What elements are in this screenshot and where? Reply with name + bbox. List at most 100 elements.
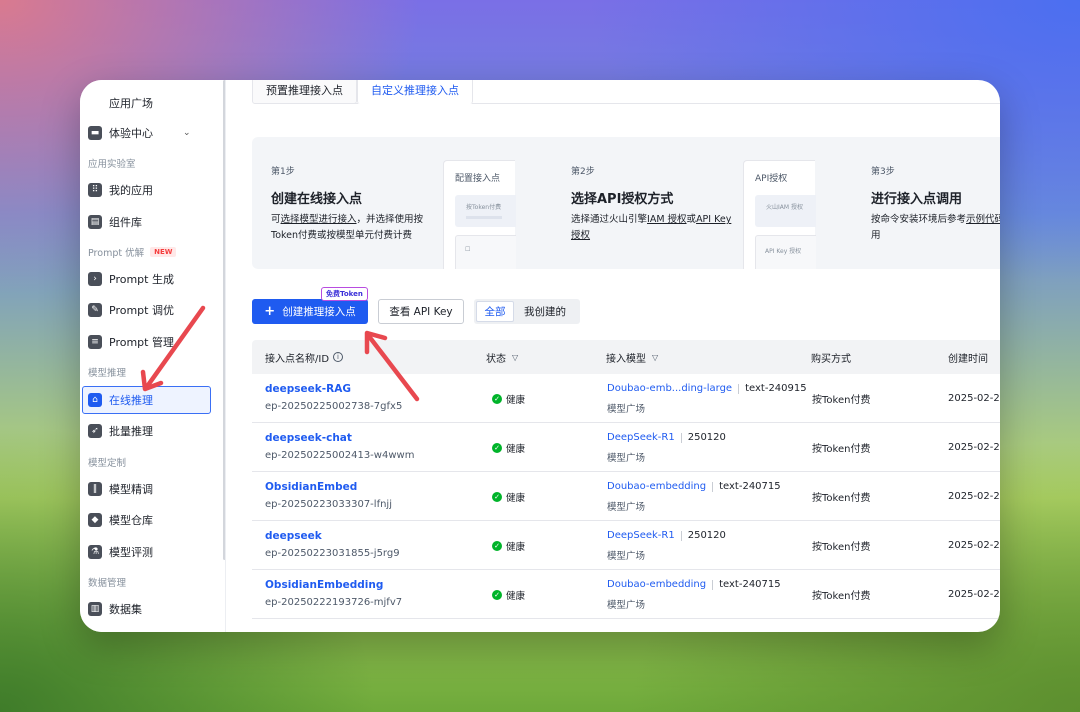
endpoint-name-link[interactable]: deepseek: [265, 530, 322, 542]
model-source: 模型广场: [607, 453, 646, 464]
endpoint-id: ep-20250225002413-w4wwm: [265, 450, 415, 461]
rocket-icon: ➶: [88, 424, 102, 438]
check-circle-icon: ✓: [492, 491, 502, 502]
created-time: 2025-02-23: [948, 540, 1000, 551]
sidebar-item-model-repo[interactable]: ◆ 模型仓库: [80, 506, 225, 534]
view-api-key-button[interactable]: 查看 API Key: [378, 299, 464, 324]
status-text: 健康: [506, 394, 526, 406]
sidebar-item-components[interactable]: ▤ 组件库: [80, 208, 225, 236]
steps-banner: 第1步 创建在线接入点 可选择模型进行接入，并选择使用按Token付费或按模型单…: [252, 137, 1000, 269]
filter-icon[interactable]: ▽: [652, 353, 658, 362]
tab-custom-endpoints[interactable]: 自定义推理接入点: [357, 80, 473, 104]
model-version: text-240915: [745, 383, 807, 394]
sidebar-item-app-plaza[interactable]: 应用广场: [80, 89, 225, 117]
plus-icon: +: [264, 304, 276, 319]
sidebar-item-model-eval[interactable]: ⚗ 模型评测: [80, 538, 225, 566]
table-row[interactable]: deepseek-chat ep-20250225002413-w4wwm ✓ …: [252, 423, 1000, 472]
message-icon: ≡: [88, 335, 102, 349]
sidebar-group-infer: 模型推理: [88, 368, 127, 379]
status-cell: ✓ 健康: [492, 423, 525, 472]
check-circle-icon: ✓: [492, 589, 502, 600]
endpoint-name-link[interactable]: ObsidianEmbed: [265, 481, 357, 493]
column-header-model: 接入模型 ▽: [606, 352, 659, 365]
model-link[interactable]: Doubao-embedding: [607, 481, 706, 492]
created-time: 2025-02-25: [948, 393, 1000, 404]
buy-method: 按Token付费: [812, 591, 871, 602]
sidebar: 应用广场 ▬ 体验中心 ⌄ 应用实验室 ⠿ 我的应用 ▤ 组件库 Prompt …: [80, 80, 226, 632]
endpoint-name-link[interactable]: deepseek-RAG: [265, 383, 351, 395]
sidebar-item-experience[interactable]: ▬ 体验中心 ⌄: [80, 119, 225, 147]
model-version: 250120: [687, 530, 726, 541]
endpoint-name-link[interactable]: ObsidianEmbedding: [265, 579, 383, 591]
terminal-icon: ›: [88, 272, 102, 286]
status-text: 健康: [506, 443, 526, 455]
created-time: 2025-02-23: [948, 491, 1000, 502]
check-circle-icon: ✓: [492, 393, 502, 404]
status-text: 健康: [506, 492, 526, 504]
step-desc: 可选择模型进行接入，并选择使用按Token付费或按模型单元付费计费: [271, 214, 424, 241]
endpoint-id: ep-20250225002738-7gfx5: [265, 401, 403, 412]
filter-all[interactable]: 全部: [476, 301, 514, 322]
tab-preset-endpoints[interactable]: 预置推理接入点: [252, 80, 357, 104]
tune-icon: ✎: [88, 303, 102, 317]
iam-auth-link[interactable]: IAM 授权: [647, 214, 687, 225]
check-circle-icon: ✓: [492, 442, 502, 453]
filter-mine[interactable]: 我创建的: [514, 301, 576, 322]
status-cell: ✓ 健康: [492, 374, 525, 423]
component-icon: ▤: [88, 215, 102, 229]
step-illustration: API授权 火山IAM 授权 API Key 授权: [743, 160, 816, 269]
new-badge: NEW: [150, 247, 177, 257]
step-2: 第2步 选择API授权方式 选择通过火山引擎IAM 授权或API Key 授权 …: [552, 137, 852, 269]
sidebar-item-my-apps[interactable]: ⠿ 我的应用: [80, 176, 225, 204]
step-3: 第3步 进行接入点调用 按命令安装环境后参考示例代码用: [852, 137, 1000, 269]
buy-method: 按Token付费: [812, 444, 871, 455]
main-content: 预置推理接入点 自定义推理接入点 第1步 创建在线接入点 可选择模型进行接入，并…: [226, 80, 1000, 632]
sidebar-group-data: 数据管理: [88, 578, 127, 589]
endpoint-name-link[interactable]: deepseek-chat: [265, 432, 352, 444]
info-icon[interactable]: i: [333, 352, 344, 362]
step-desc: 选择通过火山引擎IAM 授权或API Key 授权: [571, 214, 732, 241]
column-header-buy: 购买方式: [811, 353, 851, 365]
apps-icon: ⠿: [88, 183, 102, 197]
status-text: 健康: [506, 590, 526, 602]
flask-icon: ⚗: [88, 545, 102, 559]
table-row[interactable]: ObsidianEmbedding ep-20250222193726-mjfv…: [252, 570, 1000, 619]
sidebar-item-prompt-generate[interactable]: › Prompt 生成: [80, 265, 225, 293]
status-cell: ✓ 健康: [492, 521, 525, 570]
column-header-name: 接入点名称/ID i: [265, 340, 344, 374]
model-link[interactable]: Doubao-embedding: [607, 579, 706, 590]
sidebar-item-prompt-manage[interactable]: ≡ Prompt 管理: [80, 328, 225, 356]
sidebar-item-batch-infer[interactable]: ➶ 批量推理: [80, 417, 225, 445]
step-1: 第1步 创建在线接入点 可选择模型进行接入，并选择使用按Token付费或按模型单…: [252, 137, 552, 269]
step-desc: 按命令安装环境后参考示例代码用: [871, 212, 1000, 244]
model-link[interactable]: Doubao-emb...ding-large: [607, 383, 732, 394]
sidebar-item-dataset[interactable]: ▥ 数据集: [80, 595, 225, 623]
bank-icon: ⌂: [88, 393, 102, 407]
tab-bar: 预置推理接入点 自定义推理接入点: [252, 80, 473, 104]
column-header-status: 状态 ▽: [486, 352, 519, 365]
buy-method: 按Token付费: [812, 542, 871, 553]
sample-code-link[interactable]: 示例代码: [966, 214, 1000, 225]
status-cell: ✓ 健康: [492, 570, 525, 619]
step-illustration: 配置接入点 按Token付费 ☐: [443, 160, 516, 269]
model-version: 250120: [687, 432, 726, 443]
sidebar-item-fine-tune[interactable]: ‖ 模型精调: [80, 475, 225, 503]
table-row[interactable]: deepseek ep-20250223031855-j5rg9 ✓ 健康 De…: [252, 521, 1000, 570]
model-source: 模型广场: [607, 600, 646, 611]
endpoint-id: ep-20250223031855-j5rg9: [265, 548, 400, 559]
endpoint-id: ep-20250222193726-mjfv7: [265, 597, 403, 608]
buy-method: 按Token付费: [812, 395, 871, 406]
select-model-link[interactable]: 选择模型进行接入: [281, 214, 357, 225]
table-header: 接入点名称/ID i 状态 ▽ 接入模型 ▽ 购买方式 创建时间: [252, 340, 1000, 374]
model-link[interactable]: DeepSeek-R1: [607, 432, 675, 443]
sidebar-item-online-infer[interactable]: ⌂ 在线推理: [82, 386, 211, 414]
check-circle-icon: ✓: [492, 540, 502, 551]
step-title: 选择API授权方式: [571, 192, 674, 207]
create-endpoint-button[interactable]: + 创建推理接入点: [252, 299, 368, 324]
model-link[interactable]: DeepSeek-R1: [607, 530, 675, 541]
table-row[interactable]: ObsidianEmbed ep-20250223033307-lfnjj ✓ …: [252, 472, 1000, 521]
table-row[interactable]: deepseek-RAG ep-20250225002738-7gfx5 ✓ 健…: [252, 374, 1000, 423]
filter-icon[interactable]: ▽: [512, 353, 518, 362]
model-version: text-240715: [719, 481, 781, 492]
sidebar-item-prompt-tune[interactable]: ✎ Prompt 调优: [80, 296, 225, 324]
